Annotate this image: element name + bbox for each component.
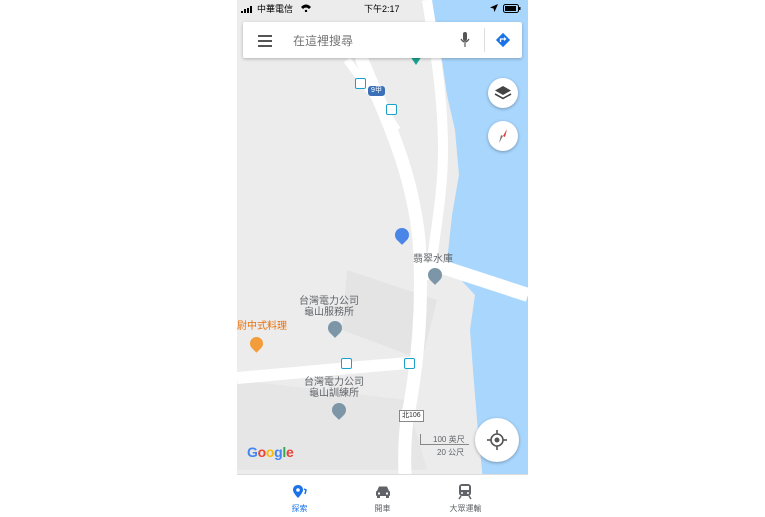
bus-stop-icon[interactable] [404,358,415,369]
my-location-icon [487,430,507,450]
location-arrow-icon [490,4,498,14]
nav-transit-label: 大眾運輸 [449,504,482,513]
place-label-line: 龜山訓練所 [309,388,359,399]
bus-stop-icon[interactable] [386,104,397,115]
train-icon [458,484,472,500]
road-badge: 9甲 [368,86,385,96]
carrier-name: 中華電信 [257,4,294,14]
place-label-line: 台灣電力公司 [299,296,359,307]
road-shield: 北106 [399,410,424,422]
menu-icon[interactable] [258,34,272,52]
directions-icon[interactable] [495,32,511,53]
layers-button[interactable] [488,78,518,108]
search-input[interactable]: 在這裡搜尋 [293,32,353,49]
scale-bottom-label: 20 公尺 [437,448,465,457]
place-label-reservoir[interactable]: 翡翠水庫 [413,254,453,265]
place-label-line: 台灣電力公司 [304,377,364,388]
bus-stop-icon[interactable] [355,78,366,89]
my-location-button[interactable] [475,418,519,462]
bottom-nav: 探索 開車 大眾運輸 [237,474,528,517]
divider [484,28,485,52]
signal-icon [241,5,255,15]
compass-icon [499,129,507,143]
place-label-restaurant[interactable]: 尉中式料理 [237,321,287,332]
phone-screen: 9甲 翡翠水庫 台灣電力公司 龜山服務所 尉中式料理 台灣電力公司 龜山訓練所 … [237,0,528,517]
google-logo: Google [247,444,294,460]
explore-pin-icon [293,485,307,498]
car-icon [376,486,390,498]
layers-icon [494,86,512,100]
place-label-taipower-training[interactable]: 台灣電力公司 龜山訓練所 [304,377,364,399]
bus-stop-icon[interactable] [341,358,352,369]
scale-top-label: 100 英尺 [433,435,465,444]
status-bar: 中華電信 下午2:17 [237,0,528,16]
place-label-line: 龜山服務所 [304,307,354,318]
status-time: 下午2:17 [364,4,400,14]
battery-icon [503,4,521,15]
wifi-icon [301,4,311,14]
search-bar[interactable]: 在這裡搜尋 [243,22,522,58]
nav-transit[interactable]: 大眾運輸 [417,475,514,517]
compass-button[interactable] [488,121,518,151]
place-label-taipower-service[interactable]: 台灣電力公司 龜山服務所 [299,296,359,318]
microphone-icon[interactable] [460,32,470,53]
